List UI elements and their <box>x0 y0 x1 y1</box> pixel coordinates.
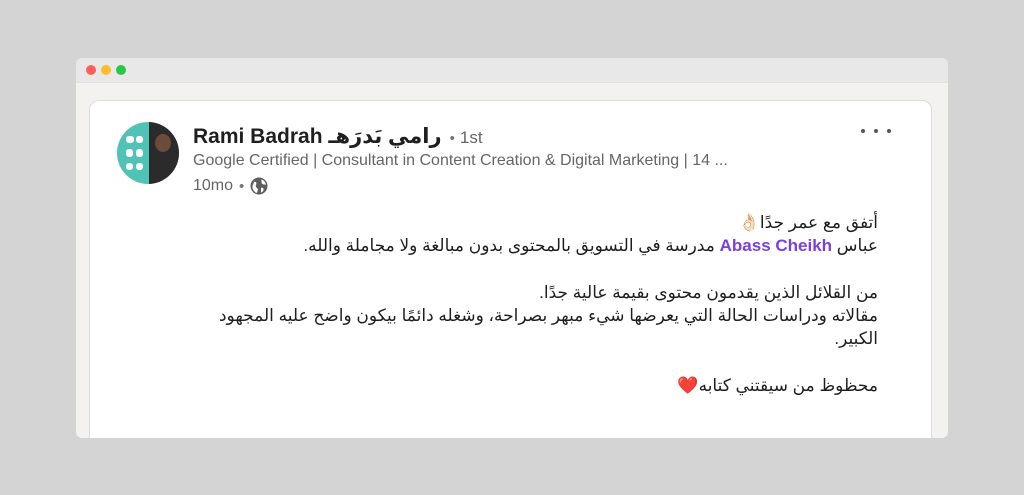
avatar-head <box>155 134 171 152</box>
avatar-logo-shape <box>136 163 143 170</box>
connection-degree: 1st <box>459 128 483 147</box>
author-row: Rami Badrah رامي بَدرَهـ • 1st <box>193 124 483 150</box>
author-headline[interactable]: Google Certified | Consultant in Content… <box>193 152 853 170</box>
more-dot <box>874 129 878 133</box>
post-line: محظوظ من سيقتني كتابه❤️ <box>677 376 878 396</box>
browser-window: Rami Badrah رامي بَدرَهـ • 1st Google Ce… <box>76 58 948 438</box>
separator-dot: • <box>239 177 245 195</box>
post-text-segment: مدرسة في التسويق بالمحتوى بدون مبالغة ول… <box>303 236 720 256</box>
avatar-logo-shape <box>136 149 143 157</box>
post-line: عباس Abass Cheikh مدرسة في التسويق بالمح… <box>178 234 878 257</box>
more-dot <box>861 129 865 133</box>
post-line: أتفق مع عمر جدًا👌🏻 <box>738 213 878 232</box>
separator-dot: • <box>449 130 455 147</box>
post-line: مقالاته ودراسات الحالة التي يعرضها شيء م… <box>218 306 878 349</box>
avatar-logo-shape <box>126 136 134 143</box>
post-body: أتفق مع عمر جدًا👌🏻 عباس Abass Cheikh مدر… <box>178 211 878 397</box>
post-meta: 10mo • <box>193 175 268 197</box>
post-text-segment: عباس <box>832 236 878 256</box>
maximize-window-button[interactable] <box>116 65 126 75</box>
author-name[interactable]: Rami Badrah رامي بَدرَهـ <box>193 124 442 149</box>
avatar-logo-shape <box>126 163 133 170</box>
window-titlebar <box>76 58 948 83</box>
avatar-logo-shape <box>136 136 143 143</box>
post-line: من القلائل الذين يقدمون محتوى بقيمة عالي… <box>539 282 878 302</box>
post-time[interactable]: 10mo <box>193 177 233 195</box>
post-card: Rami Badrah رامي بَدرَهـ • 1st Google Ce… <box>89 100 932 438</box>
more-options-button[interactable] <box>861 121 891 141</box>
avatar[interactable] <box>117 122 179 184</box>
avatar-logo-shape <box>126 149 133 157</box>
minimize-window-button[interactable] <box>101 65 111 75</box>
more-dot <box>887 129 891 133</box>
close-window-button[interactable] <box>86 65 96 75</box>
globe-icon <box>250 177 268 195</box>
avatar-person <box>149 122 179 184</box>
mention-link[interactable]: Abass Cheikh <box>720 236 832 255</box>
